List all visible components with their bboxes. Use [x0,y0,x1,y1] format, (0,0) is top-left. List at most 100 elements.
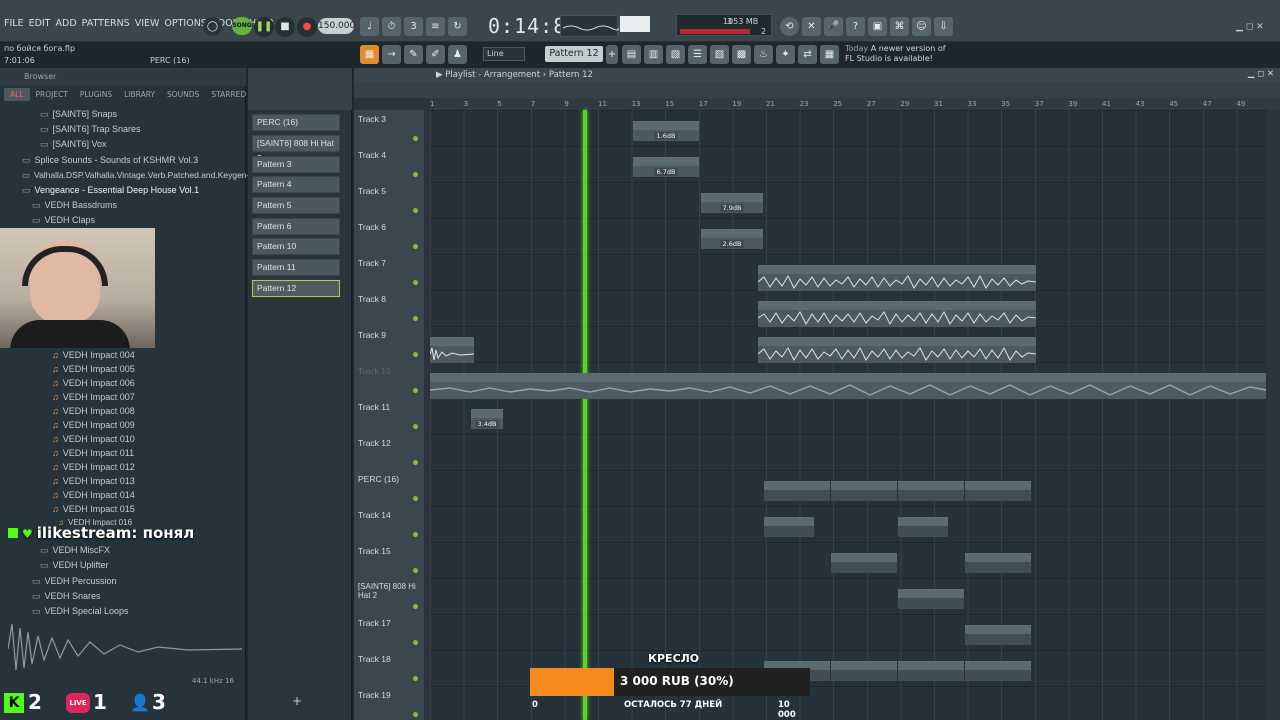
news-panel[interactable]: Today A newer version of FL Studio is av… [845,44,946,64]
menu-edit[interactable]: EDIT [29,18,51,29]
sample-item[interactable]: ♫ VEDH Impact 014 [52,490,135,504]
browser-view-icon[interactable]: ☰ [688,45,707,64]
folder-item[interactable]: ▭ [SAINT6] Snaps [40,109,117,123]
touch-keyboard-icon[interactable]: ✦ [776,45,795,64]
track-name[interactable]: Track 8 [358,294,386,304]
timeline-ruler[interactable]: 1 3 5 7 9 11 13 15 17 19 21 23 25 27 29 31 33 35 37 39 41 43 4… [430,98,1280,110]
track-name[interactable]: Track 3 [358,114,386,124]
tab-library[interactable]: LIBRARY [118,88,161,101]
pattern-clip[interactable]: Pattern 6 [965,661,1031,681]
link-icon[interactable]: ⇄ [798,45,817,64]
pattern-clip[interactable]: Pattern 4 [965,553,1031,573]
plugin-db-icon[interactable]: ♨ [754,45,773,64]
audio-clip[interactable]: untitled_2026-03-24 15-51-59_Insert 11 [758,301,1036,327]
track-name[interactable]: Track 19 [358,690,391,700]
track-mute-led[interactable] [413,424,418,429]
sample-item[interactable]: ♫ VEDH Impact 009 [52,420,135,434]
paint-icon[interactable]: ✐ [426,45,445,64]
arrow-icon[interactable]: → [382,45,401,64]
pattern-selector[interactable]: Pattern 12 [545,46,603,62]
picker-item[interactable]: Pattern 4 [252,176,340,193]
track-mute-led[interactable] [413,172,418,177]
track-name[interactable]: PERC (16) [358,474,399,484]
audio-clip[interactable]: untitled...nsert 11 6.7dB [633,157,699,177]
help-icon[interactable]: ? [846,17,865,36]
track-mute-led[interactable] [413,388,418,393]
snap-select[interactable]: Line [483,47,525,61]
channel-rack-icon[interactable]: ▤ [622,45,641,64]
song-mode-toggle[interactable]: SONG [232,17,252,35]
pattern-clip[interactable]: Pattern 4 [831,553,897,573]
pattern-clip[interactable]: PERC (16) [898,481,964,501]
pattern-clip[interactable]: Pattern 6 [831,661,897,681]
track-name[interactable]: Track 11 [358,402,390,412]
project-icon[interactable]: ▩ [732,45,751,64]
track-name[interactable]: Track 9 [358,330,386,340]
mixer-view-icon[interactable]: ▧ [666,45,685,64]
track-mute-led[interactable] [413,316,418,321]
wait-input-icon[interactable]: ⏱ [382,17,401,36]
audio-clip[interactable]: unt...11 3.4dB [471,409,503,429]
track-mute-led[interactable] [413,568,418,573]
undo-history-icon[interactable]: ⟲ [780,17,799,36]
sample-item[interactable]: ♫ VEDH Impact 006 [52,378,135,392]
sample-item[interactable]: ♫ VEDH Impact 005 [52,364,135,378]
track-name[interactable]: Track 12 [358,438,391,448]
playlist-button[interactable]: ▦ [360,45,379,64]
save-icon[interactable]: ▣ [868,17,887,36]
tab-sounds[interactable]: SOUNDS [161,88,205,101]
track-mute-led[interactable] [413,712,418,717]
audio-clip[interactable]: VED...t 016 [430,337,474,363]
sample-item[interactable]: ♫ VEDH Impact 010 [52,434,135,448]
picker-item[interactable]: Pattern 6 [252,218,340,235]
menu-options[interactable]: OPTIONS [164,18,206,29]
pattern-clip[interactable]: PERC (16) [764,481,830,501]
countdown-icon[interactable]: 3 [404,17,423,36]
sample-item[interactable]: ♫ VEDH Impact 008 [52,406,135,420]
audio-clip[interactable]: untitled_2026-03-24 15-51-03_Insert 11 [758,337,1036,363]
picker-item[interactable]: Pattern 11 [252,259,340,276]
tab-plugins[interactable]: PLUGINS [74,88,118,101]
track-mute-led[interactable] [413,352,418,357]
piano-roll-icon[interactable]: ▥ [644,45,663,64]
track-name[interactable]: Track 18 [358,654,391,664]
folder-item[interactable]: ▭ VEDH Percussion [32,576,117,590]
menu-add[interactable]: ADD [56,18,77,29]
pause-button[interactable]: ❚❚ [254,17,274,37]
audio-clip-muted[interactable]: Gloria Groove - Coisa Boa _ Need for Spe… [430,373,1266,399]
folder-item[interactable]: ▭ Vengeance - Essential Deep House Vol.1 [22,185,199,199]
sample-item[interactable]: ♫ VEDH Impact 013 [52,476,135,490]
pattern-clip[interactable]: Pattern 6 [898,661,964,681]
pattern-clip[interactable]: Pattern 3 [764,517,814,537]
track-name[interactable]: Track 4 [358,150,386,160]
chat-icon[interactable]: ☺ [912,17,931,36]
track-name[interactable]: Track 7 [358,258,386,268]
picker-item[interactable]: Pattern 5 [252,197,340,214]
folder-item[interactable]: ▭ Splice Sounds - Sounds of KSHMR Vol.3 [22,155,198,169]
track-name[interactable]: Track 17 [358,618,391,628]
track-mute-led[interactable] [413,280,418,285]
record-button[interactable]: ● [297,17,317,37]
pattern-clip[interactable]: PERC (16) [831,481,897,501]
audio-clip[interactable]: untitled_2026-03-24 15-53-16_Insert 11 [758,265,1036,291]
menu-view[interactable]: VIEW [135,18,160,29]
audio-clip[interactable]: untitled...nsert 11 7.9dB [701,193,763,213]
picker-item[interactable]: [SAINT6] 808 Hi Hat 2 [252,135,340,163]
menu-file[interactable]: FILE [4,18,24,29]
folder-item[interactable]: ▭ [SAINT6] Vox [40,139,107,153]
sample-item[interactable]: ♫ VEDH Impact 011 [52,448,134,462]
sample-item[interactable]: ♫ VEDH Impact 012 [52,462,135,476]
tempo-display[interactable]: 150.000 [318,18,355,34]
track-mute-led[interactable] [413,604,418,609]
vertical-scrollbar[interactable] [1268,110,1278,720]
audio-clip[interactable]: untitled...nsert 11 2.6dB [701,229,763,249]
folder-item[interactable]: ▭ VEDH Snares [32,591,101,605]
folder-item[interactable]: ▭ VEDH Uplifter [40,560,109,574]
sample-item[interactable]: ♫ VEDH Impact 007 [52,392,135,406]
blend-notes-icon[interactable]: ≡ [426,17,445,36]
master-knob-icon[interactable]: ◯ [203,17,222,36]
picker-item[interactable]: Pattern 3 [252,156,340,173]
picker-item-selected[interactable]: Pattern 12 [252,280,340,297]
folder-item[interactable]: ▭ [SAINT6] Trap Snares [40,124,141,138]
metronome-icon[interactable]: ♩ [360,17,379,36]
